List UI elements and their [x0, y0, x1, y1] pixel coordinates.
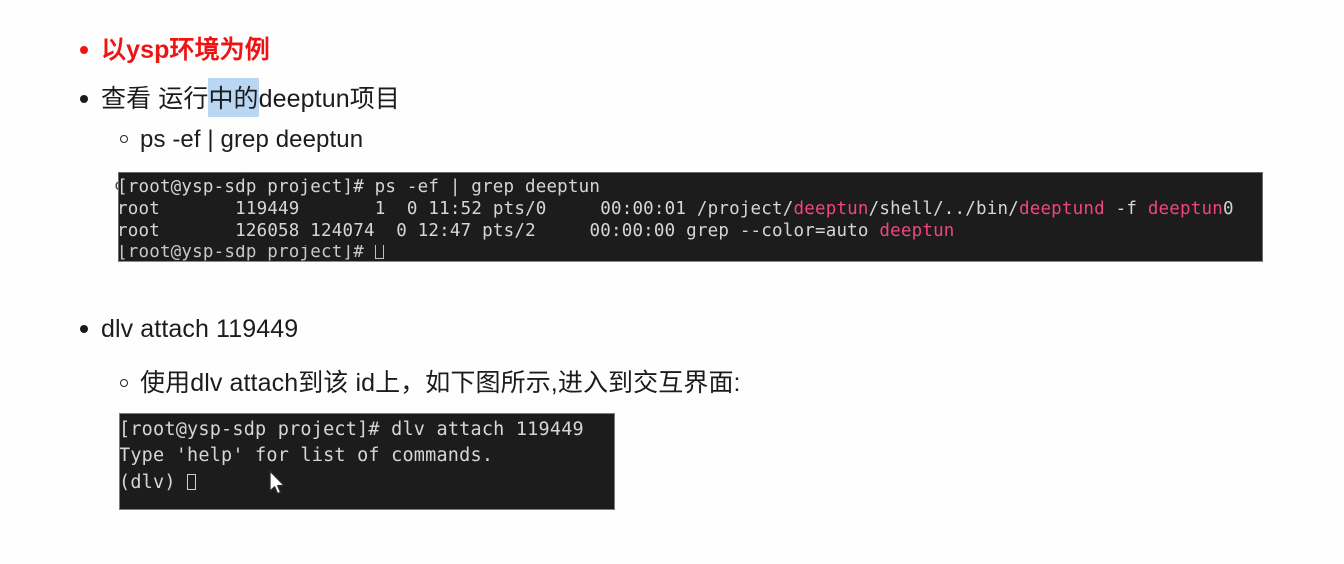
t1-r2-cmd-part1: grep --color=auto: [686, 221, 880, 241]
t1-r2-ppid: 124074: [310, 221, 375, 241]
bullet-ring-icon: [120, 379, 128, 387]
terminal2-prompt: [root@ysp-sdp project]#: [119, 419, 392, 440]
outline-item-dlv-attach: dlv attach 119449: [80, 315, 298, 344]
terminal-cursor-block: [187, 474, 197, 490]
terminal1-line-prompt-command: [root@ysp-sdp project]# ps -ef | grep de…: [118, 177, 601, 197]
t1-r1-cmd-part3: -f: [1104, 199, 1148, 219]
terminal1-process-row-2: root 126058 124074 0 12:47 pts/2 00:00:0…: [118, 221, 955, 241]
outline-item-view-running: 查看 运行 中的 deeptun项目: [80, 78, 400, 117]
t1-r2-pid: 126058: [235, 221, 300, 241]
t1-r1-cmd-part1: /project/: [696, 199, 794, 219]
t1-r1-pid: 119449: [235, 199, 300, 219]
t1-r1-c: 0: [406, 199, 418, 219]
terminal1-clipped-prompt: [root@ysp-sdp project]#: [119, 245, 375, 262]
terminal2-line-help-hint: Type 'help' for list of commands.: [119, 445, 494, 466]
t1-r1-match-deeptund: deeptund: [1018, 199, 1105, 219]
terminal-dlv-session[interactable]: [root@ysp-sdp project]# dlv attach 11944…: [119, 413, 615, 510]
t1-r1-stime: 11:52: [428, 199, 483, 219]
t1-r1-ppid: 1: [374, 199, 386, 219]
t1-r1-match-deeptun-2: deeptun: [1147, 199, 1223, 219]
terminal-cursor-block: [374, 245, 384, 259]
t1-r2-tty: pts/2: [482, 221, 536, 241]
terminal2-line-dlv-prompt: (dlv): [119, 472, 197, 493]
t1-r1-tty: pts/0: [492, 199, 547, 219]
outline-subitem-dlv-description: 使用dlv attach到该 id上，如下图所示,进入到交互界面:: [120, 363, 741, 399]
t1-r2-c: 0: [396, 221, 407, 241]
terminal1-line-clipped: [root@ysp-sdp project]#: [119, 245, 384, 262]
outline-item-3-label: dlv attach 119449: [101, 315, 299, 343]
t1-r2-time: 00:00:00: [589, 221, 676, 241]
terminal2-line-prompt-command: [root@ysp-sdp project]# dlv attach 11944…: [119, 419, 584, 440]
outline-item-2-label-highlight[interactable]: 中的: [208, 78, 259, 117]
terminal2-dlv-prompt: (dlv): [119, 472, 188, 493]
bullet-dot-icon: [80, 46, 88, 54]
bullet-dot-icon: [80, 325, 88, 333]
t1-r1-cmd-part2: /shell/../bin/: [868, 199, 1019, 219]
t1-r1-match-deeptun: deeptun: [793, 199, 869, 219]
t1-r2-match-deeptun: deeptun: [879, 221, 955, 241]
outline-item-3-sub-label: 使用dlv attach到该 id上，如下图所示,进入到交互界面:: [140, 369, 741, 397]
t1-r1-cmd-part4: 0: [1222, 199, 1234, 219]
terminal1-command: ps -ef | grep deeptun: [374, 177, 601, 197]
document-page: 以ysp环境为例 查看 运行 中的 deeptun项目 ps -ef | gre…: [0, 0, 1344, 564]
t1-r2-stime: 12:47: [417, 221, 472, 241]
terminal1-prompt: [root@ysp-sdp project]#: [118, 177, 375, 197]
outline-item-example-env: 以ysp环境为例: [80, 30, 270, 66]
bullet-dot-icon: [80, 95, 88, 103]
outline-item-2-label-before: 查看 运行: [101, 85, 209, 113]
t1-r1-user: root: [118, 199, 160, 219]
outline-subitem-ps-command: ps -ef | grep deeptun: [120, 126, 363, 154]
outline-item-1-label: 以ysp环境为例: [101, 36, 270, 64]
bullet-ring-icon: [120, 135, 128, 143]
terminal1-clipped-prompt-row: [root@ysp-sdp project]#: [119, 245, 1262, 262]
outline-item-2-label-after: deeptun项目: [258, 85, 400, 113]
terminal2-command: dlv attach 119449: [391, 419, 584, 440]
t1-r1-time: 00:00:01: [600, 199, 687, 219]
terminal1-process-row-1: root 119449 1 0 11:52 pts/0 00:00:01 /pr…: [118, 199, 1234, 219]
t1-r2-user: root: [118, 221, 160, 241]
terminal-ps-grep-output[interactable]: [root@ysp-sdp project]# ps -ef | grep de…: [118, 172, 1263, 262]
outline-item-2-sub-label: ps -ef | grep deeptun: [140, 126, 364, 153]
